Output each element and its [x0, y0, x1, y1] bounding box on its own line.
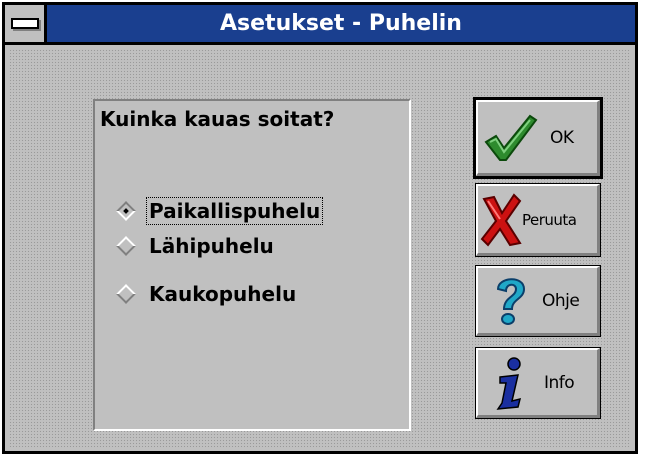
radio-indicator-icon: [116, 201, 136, 221]
title-bar: Asetukset - Puhelin: [5, 5, 635, 45]
help-label: Ohje: [542, 290, 580, 311]
radio-label: Paikallispuhelu: [145, 197, 324, 225]
green-checkmark-icon: [482, 110, 538, 166]
radio-indicator-icon: [116, 236, 136, 256]
ok-button[interactable]: OK: [473, 97, 603, 179]
radio-long-distance-call[interactable]: Kaukopuhelu: [116, 281, 298, 307]
group-question-label: Kuinka kauas soitat?: [100, 107, 335, 131]
window-title: Asetukset - Puhelin: [220, 11, 462, 36]
radio-label: Lähipuhelu: [149, 234, 274, 258]
info-i-icon: [482, 355, 538, 411]
system-menu-button[interactable]: [5, 5, 47, 42]
cancel-label: Peruuta: [522, 210, 577, 229]
cancel-button[interactable]: Peruuta: [475, 183, 601, 257]
ok-label: OK: [550, 127, 574, 148]
system-menu-icon: [10, 18, 39, 29]
help-button[interactable]: Ohje: [475, 265, 601, 337]
call-distance-group: Kuinka kauas soitat? Paikallispuhelu Läh…: [93, 99, 411, 431]
radio-near-call[interactable]: Lähipuhelu: [116, 233, 276, 259]
radio-local-call[interactable]: Paikallispuhelu: [116, 197, 324, 225]
radio-indicator-icon: [116, 284, 136, 304]
info-button[interactable]: Info: [475, 347, 601, 419]
radio-label: Kaukopuhelu: [149, 282, 297, 306]
red-x-icon: [480, 192, 524, 248]
info-label: Info: [544, 372, 575, 393]
question-mark-icon: [482, 273, 538, 329]
